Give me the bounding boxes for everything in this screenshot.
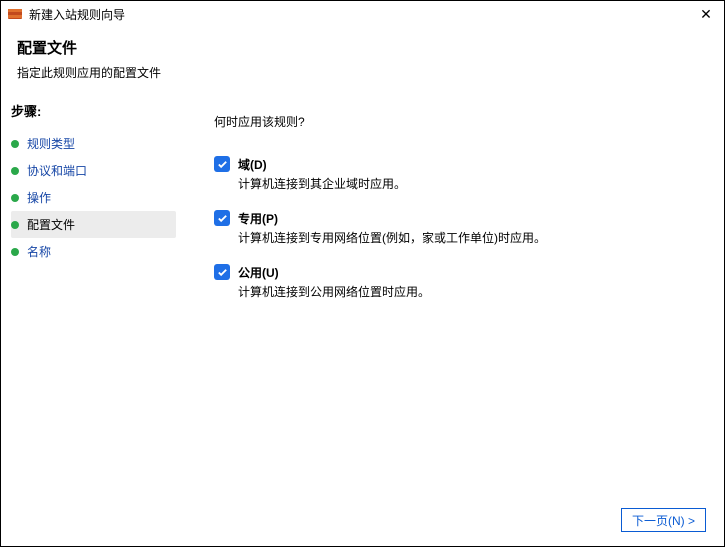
- page-title: 配置文件: [17, 37, 708, 58]
- sidebar-heading: 步骤:: [11, 101, 176, 120]
- firewall-icon: [7, 6, 23, 22]
- bullet-icon: [11, 140, 19, 148]
- option-desc: 计算机连接到专用网络位置(例如，家或工作单位)时应用。: [238, 229, 546, 246]
- sidebar: 步骤: 规则类型 协议和端口 操作 配置文件 名称: [1, 93, 186, 546]
- header: 配置文件 指定此规则应用的配置文件: [1, 27, 724, 93]
- close-button[interactable]: ✕: [694, 6, 718, 23]
- footer: 下一页(N) >: [621, 508, 706, 532]
- step-rule-type[interactable]: 规则类型: [11, 130, 176, 157]
- step-label: 规则类型: [27, 135, 75, 152]
- option-label: 公用(U): [238, 264, 430, 281]
- next-button[interactable]: 下一页(N) >: [621, 508, 706, 532]
- bullet-icon: [11, 248, 19, 256]
- option-public: 公用(U) 计算机连接到公用网络位置时应用。: [214, 264, 702, 300]
- question: 何时应用该规则?: [214, 113, 702, 130]
- bullet-icon: [11, 194, 19, 202]
- step-label: 操作: [27, 189, 51, 206]
- option-private: 专用(P) 计算机连接到专用网络位置(例如，家或工作单位)时应用。: [214, 210, 702, 246]
- option-desc: 计算机连接到公用网络位置时应用。: [238, 283, 430, 300]
- bullet-icon: [11, 167, 19, 175]
- step-label: 配置文件: [27, 216, 75, 233]
- step-action[interactable]: 操作: [11, 184, 176, 211]
- page-subtitle: 指定此规则应用的配置文件: [17, 64, 708, 81]
- option-label: 域(D): [238, 156, 406, 173]
- checkbox-public[interactable]: [214, 264, 230, 280]
- window-title: 新建入站规则向导: [29, 6, 694, 23]
- step-label: 名称: [27, 243, 51, 260]
- checkbox-private[interactable]: [214, 210, 230, 226]
- wizard-window: 新建入站规则向导 ✕ 配置文件 指定此规则应用的配置文件 步骤: 规则类型 协议…: [0, 0, 725, 547]
- titlebar: 新建入站规则向导 ✕: [1, 1, 724, 27]
- checkbox-domain[interactable]: [214, 156, 230, 172]
- option-domain: 域(D) 计算机连接到其企业域时应用。: [214, 156, 702, 192]
- step-name[interactable]: 名称: [11, 238, 176, 265]
- step-protocol-port[interactable]: 协议和端口: [11, 157, 176, 184]
- option-label: 专用(P): [238, 210, 546, 227]
- body: 步骤: 规则类型 协议和端口 操作 配置文件 名称 何时应用该规则? 域(D) …: [1, 93, 724, 546]
- content: 何时应用该规则? 域(D) 计算机连接到其企业域时应用。 专用(P) 计算机连接…: [186, 93, 724, 546]
- step-profile[interactable]: 配置文件: [11, 211, 176, 238]
- option-desc: 计算机连接到其企业域时应用。: [238, 175, 406, 192]
- step-label: 协议和端口: [27, 162, 87, 179]
- bullet-icon: [11, 221, 19, 229]
